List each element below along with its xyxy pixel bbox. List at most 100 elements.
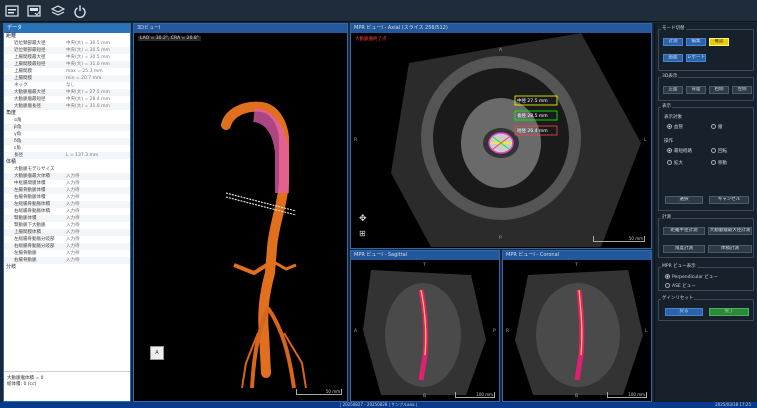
row-key: 左腸骨動脈体積	[14, 188, 46, 193]
data-row[interactable]: α角	[4, 117, 130, 124]
sagittal-ct-image	[363, 270, 486, 395]
open-file-button[interactable]	[4, 3, 20, 19]
view3d-group-label: 3D表示	[661, 73, 679, 79]
vessel-radio[interactable]: 血管	[667, 124, 683, 130]
data-row[interactable]: ε角	[4, 145, 130, 152]
data-row[interactable]: 近位頸部最短径 中央(大) = 30.5 mm	[4, 47, 130, 54]
row-value	[66, 138, 130, 145]
data-row[interactable]: 腎動脈下大動脈 入力待	[4, 222, 130, 229]
move-icon[interactable]: ✥	[359, 214, 367, 224]
volume-measure-button[interactable]: 体積計測	[708, 245, 752, 253]
aneurysm-diameter-button[interactable]: 大動脈瘤最大径計測	[708, 227, 752, 235]
row-value: min = 20.7 mm	[66, 76, 102, 81]
row-value: 入力待	[66, 223, 80, 228]
section-rows: α角 β角 γ角 δ角 ε角 長径 L = 137.3 mm	[4, 117, 130, 159]
axial-ct-image	[391, 33, 641, 247]
shortest-path-radio[interactable]: 最短経路	[667, 148, 692, 154]
back-view-button[interactable]: 背面	[686, 86, 706, 94]
row-key: 上腸間膜	[14, 76, 32, 81]
layers-icon	[51, 5, 65, 16]
section-rows: 大動脈モデルサイズ 大動脈瘤最大体積 入力待 中枢腸間膜体積 入力待 左腸骨動脈体積 入力待…	[4, 166, 130, 264]
data-row[interactable]: 右総腸骨動脈分岐部 入力待	[4, 243, 130, 250]
data-row[interactable]: 中枢腸間膜体積 入力待	[4, 180, 130, 187]
perpendicular-radio[interactable]: Perpendicular ビュー	[665, 274, 718, 280]
screen-mode-button[interactable]: 画面	[663, 54, 683, 62]
data-row[interactable]: 大動脈モデルサイズ	[4, 166, 130, 173]
distance-measure-button[interactable]: 距離半径計測	[663, 227, 705, 235]
orientation-cube-icon[interactable]: A	[150, 346, 164, 360]
measure-label-2: 長径 28.5 mm	[517, 114, 548, 119]
data-row[interactable]: 大動脈瘤最大体積 入力待	[4, 173, 130, 180]
pan-radio[interactable]: 移動	[711, 160, 727, 166]
data-row[interactable]: 近位頸部最大径 中央(大) = 30.5 mm	[4, 40, 130, 47]
rotate-radio[interactable]: 回転	[711, 148, 727, 154]
gain-group-label: ゲインリセット	[661, 295, 695, 301]
data-row[interactable]: ネック なし	[4, 82, 130, 89]
view-sagittal[interactable]: MPR ビューI - Sagittal T B A P 100 mm	[350, 250, 500, 402]
data-row[interactable]: 長径 L = 137.3 mm	[4, 152, 130, 159]
back-button[interactable]: 戻る	[665, 308, 703, 316]
confirm-mode-button[interactable]: 確認	[709, 38, 729, 46]
power-button[interactable]	[72, 3, 88, 19]
report-mode-button[interactable]: レポート	[686, 54, 706, 62]
axial-title: MPR ビューI - Axial (スライス 256/512)	[351, 24, 651, 33]
mode-group: モード切替 計測 編集 確認 画面 レポート	[658, 25, 754, 71]
data-row[interactable]: 大動脈瘤最大径 中央(大) = 27.5 mm	[4, 89, 130, 96]
measure-mode-button[interactable]: 計測	[663, 38, 683, 46]
data-row[interactable]: 上腸間膜最短径 中央(大) = 31.0 mm	[4, 61, 130, 68]
data-row[interactable]: β角	[4, 124, 130, 131]
section-header[interactable]: 角度	[4, 110, 130, 117]
data-row[interactable]: 右腸骨動脈体積 入力待	[4, 194, 130, 201]
select-button[interactable]: 選択	[665, 196, 703, 204]
aneurysm-radio[interactable]: 瘤	[711, 124, 723, 130]
data-row[interactable]: 右腸骨動脈 入力待	[4, 257, 130, 264]
data-row[interactable]: 左総腸骨動脈体積 入力待	[4, 201, 130, 208]
row-value: 入力待	[66, 237, 80, 242]
coronal-orient-top: T	[575, 263, 578, 268]
zoom-icon[interactable]: ⊞	[359, 229, 366, 238]
view-3d-title: 3DビューI	[134, 24, 347, 33]
row-key: 大動脈モデルサイズ	[14, 167, 55, 172]
data-row[interactable]: 上腸間膜最大径 中央(大) = 30.5 mm	[4, 54, 130, 61]
scale-bar-axial: 50 mm	[593, 236, 645, 242]
data-row[interactable]: 大動脈瘤長径 中央(大) = 31.0 mm	[4, 103, 130, 110]
data-row[interactable]: 左腸骨動脈 入力待	[4, 250, 130, 257]
view-3d[interactable]: 3DビューI LAO = 30.2°, CRA = 20.8° A 50 mm	[133, 23, 348, 402]
ase-radio[interactable]: ASE ビュー	[665, 283, 696, 289]
row-value: なし	[66, 83, 75, 88]
status-center: | 20250827 - 20250828 | サンプルaaa |	[339, 402, 418, 407]
section-header[interactable]: 分岐	[4, 264, 130, 271]
data-row[interactable]: 大動脈瘤最短径 中央(大) = 28.4 mm	[4, 96, 130, 103]
zoom-radio[interactable]: 拡大	[667, 160, 683, 166]
data-row[interactable]: γ角	[4, 131, 130, 138]
data-row[interactable]: 腎動脈体積 入力待	[4, 215, 130, 222]
axial-orient-top: A	[499, 48, 503, 53]
data-row[interactable]: 上腸間膜 min = 20.7 mm	[4, 75, 130, 82]
save-file-button[interactable]	[26, 3, 42, 19]
view-axial[interactable]: MPR ビューI - Axial (スライス 256/512) 大動脈瘤終了点 …	[350, 23, 652, 249]
view3d-group: 3D表示 正面 背面 右側 左側	[658, 73, 754, 101]
right-view-button[interactable]: 右側	[709, 86, 729, 94]
row-value	[66, 117, 130, 124]
sagittal-orient-right: P	[493, 329, 496, 334]
data-row[interactable]: 右総腸骨動脈体積 入力待	[4, 208, 130, 215]
edit-mode-button[interactable]: 編集	[686, 38, 706, 46]
cancel-button[interactable]: キャンセル	[709, 196, 749, 204]
front-view-button[interactable]: 正面	[663, 86, 683, 94]
angle-measure-button[interactable]: 角度計測	[663, 245, 705, 253]
view-coronal[interactable]: MPR ビューI - Coronal T B R L 100 mm	[502, 250, 652, 402]
data-row[interactable]: 上腸間膜 max = 25.3 mm	[4, 68, 130, 75]
row-key: 右腸骨動脈体積	[14, 195, 46, 200]
data-row[interactable]: 左腸骨動脈体積 入力待	[4, 187, 130, 194]
layers-button[interactable]	[50, 3, 66, 19]
toolbar	[0, 0, 757, 22]
data-row[interactable]: 上腸間膜体積 入力待	[4, 229, 130, 236]
row-key: β角	[14, 125, 22, 130]
section-header[interactable]: 距離	[4, 33, 130, 40]
data-row[interactable]: δ角	[4, 138, 130, 145]
row-key: 左総腸骨動脈分岐部	[14, 237, 55, 242]
section-header[interactable]: 体積	[4, 159, 130, 166]
done-button[interactable]: 完了	[709, 308, 749, 316]
left-view-button[interactable]: 左側	[732, 86, 752, 94]
data-row[interactable]: 左総腸骨動脈分岐部 入力待	[4, 236, 130, 243]
